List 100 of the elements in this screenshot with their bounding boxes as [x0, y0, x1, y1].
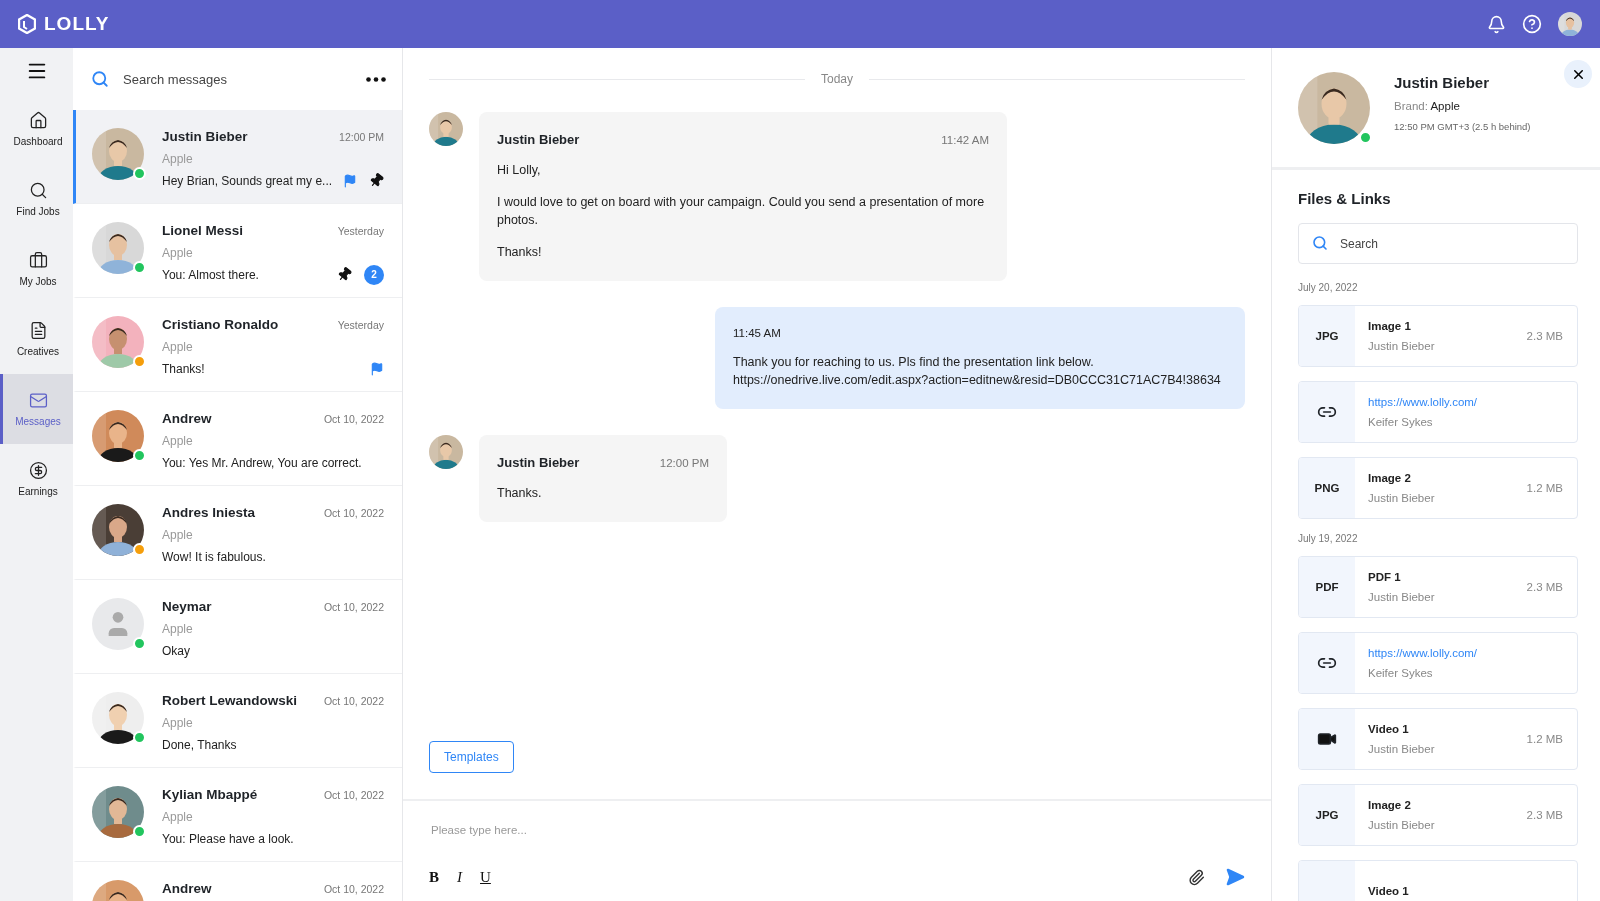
format-button[interactable]: I [457, 868, 462, 886]
file-owner: Justin Bieber [1368, 591, 1436, 603]
file-owner: Keifer Sykes [1368, 416, 1434, 428]
message-preview: You: Yes Mr. Andrew, You are correct. [162, 455, 362, 470]
contact-name: Lionel Messi [162, 223, 244, 238]
message-preview: Done, Thanks [162, 737, 237, 752]
file-owner: Justin Bieber [1368, 492, 1436, 504]
file-size: 2.3 MB [1526, 809, 1564, 821]
brand-name: Apple [162, 809, 193, 824]
message-preview: You: Please have a look. [162, 831, 294, 846]
message-text: Hi Lolly, [497, 162, 542, 179]
local-time: 12:50 PM GMT+3 (2.5 h behind) [1394, 121, 1531, 132]
search-icon [1312, 235, 1328, 251]
file-card[interactable]: PNG Image 2 Justin Bieber 1.2 MB [1298, 457, 1578, 519]
link-url[interactable]: https://www.lolly.com/ [1368, 647, 1577, 659]
file-card[interactable]: JPG Image 1 Justin Bieber 2.3 MB [1298, 305, 1578, 367]
file-owner: Justin Bieber [1368, 340, 1436, 352]
profile-name: Justin Bieber [1394, 74, 1491, 91]
file-size: 2.3 MB [1526, 330, 1564, 342]
brand-label: Brand: Apple [1394, 100, 1461, 112]
message-time: Oct 10, 2022 [323, 506, 384, 519]
message-time: 11:45 AM [733, 327, 781, 339]
files-search-field[interactable]: Search [1298, 223, 1578, 264]
message-time: Oct 10, 2022 [323, 694, 384, 707]
date-label: July 19, 2022 [1298, 533, 1359, 544]
contact-name: Neymar [162, 599, 212, 614]
message-time: 12:00 PM [339, 130, 384, 143]
conversation-item[interactable]: Justin Bieber 12:00 PM Apple Hey Brian, Sounds great my e... [73, 110, 402, 204]
message-preview: Hey Brian, Sounds great my e... [162, 173, 333, 188]
format-button[interactable]: U [480, 868, 491, 886]
logo-text: LOLLY [44, 13, 110, 35]
home-icon [28, 111, 48, 130]
nav-item[interactable]: My Jobs [0, 234, 73, 304]
file-card[interactable]: Video 1 [1298, 860, 1578, 901]
format-button[interactable]: B [429, 868, 439, 886]
day-divider: Today [821, 72, 853, 86]
more-button[interactable] [366, 76, 386, 82]
message-text: Thanks! [497, 244, 543, 261]
file-card[interactable]: JPG Image 2 Justin Bieber 2.3 MB [1298, 784, 1578, 846]
file-type: JPG [1315, 809, 1339, 821]
link-url[interactable]: https://www.lolly.com/ [1368, 396, 1577, 408]
contact-name: Robert Lewandowski [162, 693, 298, 708]
sender-name: Justin Bieber [497, 132, 580, 147]
nav-item[interactable]: Messages [0, 374, 73, 444]
more-icon [366, 76, 386, 82]
contact-name: Andrew [162, 411, 212, 426]
brand-name: Apple [162, 245, 193, 260]
file-type: PNG [1314, 482, 1340, 494]
message-preview: Wow! It is fabulous. [162, 549, 266, 564]
nav-item[interactable]: Find Jobs [0, 164, 73, 234]
file-card[interactable]: https://www.lolly.com/ Keifer Sykes [1298, 381, 1578, 443]
message-text: https://onedrive.live.com/edit.aspx?action=editnew&resid=DB0CCC31C71AC7B4!38634 [733, 372, 1222, 389]
coin-icon [28, 461, 48, 480]
message-text: I would love to get on board with your campaign. Could you send a presentation of more photos. [497, 194, 986, 229]
brand-name: Apple [162, 339, 193, 354]
file-card[interactable]: PDF PDF 1 Justin Bieber 2.3 MB [1298, 556, 1578, 618]
message-time: Yesterday [337, 224, 384, 237]
message-time: Oct 10, 2022 [323, 882, 384, 895]
brand-name: Apple [162, 715, 193, 730]
logo-icon [18, 14, 36, 34]
file-owner: Justin Bieber [1368, 743, 1436, 755]
message-time: 12:00 PM [659, 456, 709, 469]
help-button[interactable] [1522, 14, 1542, 34]
file-card[interactable]: https://www.lolly.com/ Keifer Sykes [1298, 632, 1578, 694]
message-time: Yesterday [337, 318, 384, 331]
file-owner: Justin Bieber [1368, 819, 1436, 831]
nav-item[interactable]: Dashboard [0, 94, 73, 164]
section-title: Files & Links [1298, 190, 1392, 207]
file-type: PDF [1315, 581, 1339, 593]
notifications-button[interactable] [1487, 14, 1506, 34]
file-name: Image 1 [1368, 320, 1412, 332]
briefcase-icon [28, 251, 48, 270]
file-size: 2.3 MB [1526, 581, 1564, 593]
message-preview: Thanks! [162, 361, 205, 376]
brand-name: Apple [162, 151, 193, 166]
message-text: Thanks. [497, 485, 543, 502]
file-card[interactable]: Video 1 Justin Bieber 1.2 MB [1298, 708, 1578, 770]
file-name: Image 2 [1368, 472, 1412, 484]
sender-name: Justin Bieber [497, 455, 580, 470]
file-size: 1.2 MB [1526, 733, 1564, 745]
file-size: 1.2 MB [1526, 482, 1564, 494]
file-owner: Keifer Sykes [1368, 667, 1434, 679]
close-button[interactable] [1564, 60, 1592, 88]
brand-name: Apple [162, 433, 193, 448]
file-name: Image 2 [1368, 799, 1412, 811]
templates-button[interactable]: Templates [429, 741, 514, 773]
send-button[interactable] [1225, 867, 1245, 887]
search-icon [28, 181, 48, 200]
search-icon [91, 70, 109, 88]
message-time: Oct 10, 2022 [323, 788, 384, 801]
file-name: Video 1 [1368, 885, 1410, 897]
nav-item[interactable]: Earnings [0, 444, 73, 514]
message-time: Oct 10, 2022 [323, 412, 384, 425]
attach-button[interactable] [1188, 868, 1205, 886]
message-time: 11:42 AM [941, 133, 989, 146]
message-preview: Okay [162, 643, 190, 658]
nav-item[interactable]: Creatives [0, 304, 73, 374]
message-text: Thank you for reaching to us. Pls find the presentation link below. [733, 354, 1095, 371]
file-name: PDF 1 [1368, 571, 1402, 583]
contact-name: Andrew [162, 881, 212, 896]
